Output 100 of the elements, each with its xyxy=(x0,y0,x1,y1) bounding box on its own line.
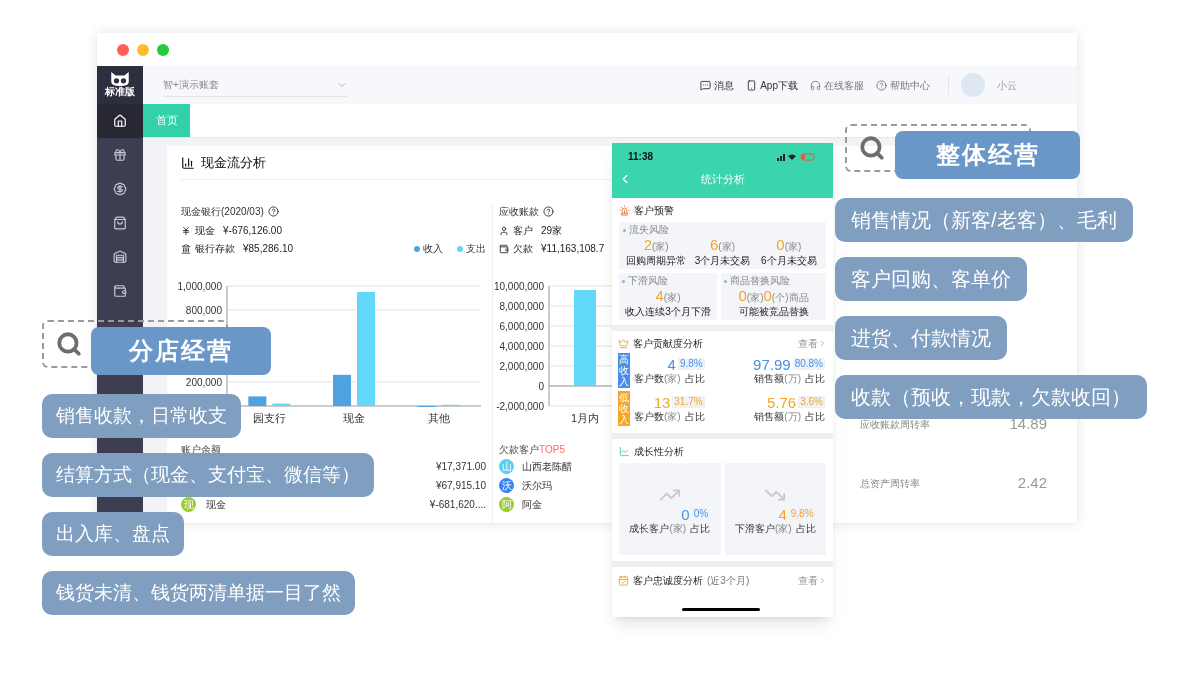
feature-note: 结算方式（现金、支付宝、微信等） xyxy=(42,453,374,497)
axis-tick-label: 200,000 xyxy=(185,377,222,388)
ratio-label: 总资产周转率 xyxy=(860,477,920,491)
stat-suffix: 占比 xyxy=(690,522,711,535)
stat-value: 4 xyxy=(778,505,787,523)
header-link[interactable]: 在线客服 xyxy=(810,77,864,93)
avatar-badge: 现 xyxy=(181,497,196,512)
help-icon xyxy=(876,79,887,91)
user-name: 小云 xyxy=(997,78,1017,93)
search-icon xyxy=(859,135,885,161)
wallet-icon xyxy=(499,243,509,254)
avatar-badge: 沃 xyxy=(499,478,514,493)
alarm-icon xyxy=(619,205,630,216)
percent-badge: 9.8% xyxy=(788,507,816,520)
risk-text: 6个月未交易 xyxy=(761,255,817,267)
owl-logo xyxy=(109,72,131,86)
axis-category-label: 现金 xyxy=(343,412,365,424)
risk-count: 0(家)0(个)商品 xyxy=(738,287,809,306)
sidebar-item[interactable] xyxy=(97,104,143,138)
dollar-badge-icon xyxy=(113,182,127,196)
stat-value: 0 xyxy=(681,505,690,523)
view-link[interactable]: 查看 xyxy=(798,573,827,588)
feature-note: 出入库、盘点 xyxy=(42,512,184,556)
help-icon[interactable] xyxy=(267,206,279,217)
section-title: 客户贡献度分析 xyxy=(633,337,703,351)
card-title: 现金流分析 xyxy=(201,153,266,172)
percent-badge: 3.6% xyxy=(798,396,825,408)
stat-suffix: 占比 xyxy=(805,373,825,385)
bank-icon xyxy=(181,243,191,254)
percent-badge: 31.7% xyxy=(672,396,705,408)
risk-text: 收入连续3个月下滑 xyxy=(625,306,711,318)
stat-value: 4 xyxy=(667,356,676,373)
balance-label: 客户 xyxy=(513,224,533,238)
stat-suffix: 占比 xyxy=(684,373,705,385)
legend-item: 支出 xyxy=(457,241,486,256)
section-title: 欠款客户TOP5 xyxy=(499,443,565,457)
stat-value: 97.99 xyxy=(753,356,791,373)
status-icons xyxy=(777,152,817,161)
chat-icon xyxy=(700,79,712,91)
income-tag: 高收入 xyxy=(618,353,630,388)
customer-name: 山西老陈醋 xyxy=(522,460,572,474)
ratio-value: 2.42 xyxy=(1017,473,1047,494)
avatar-badge: 山 xyxy=(499,459,514,474)
stat-label: 销售额(万) xyxy=(754,411,801,423)
percent-badge: 9.8% xyxy=(677,358,705,370)
stat-label: 成长客户(家) xyxy=(629,522,687,535)
headset-icon xyxy=(810,79,821,91)
stat-value: 13 xyxy=(653,394,671,411)
account-balance: ¥-681,620.... xyxy=(429,498,486,512)
person-icon xyxy=(499,225,509,236)
balance-label: 现金 xyxy=(195,224,215,238)
stat-suffix: 占比 xyxy=(795,522,816,535)
axis-category-label: 其他 xyxy=(427,412,450,424)
percent-badge: 80.8% xyxy=(792,358,825,370)
gift-icon xyxy=(113,148,127,162)
balance-value: ¥-676,126.00 xyxy=(223,224,282,238)
balance-value: ¥85,286.10 xyxy=(243,242,294,256)
account-dropdown[interactable]: 智+演示账套 xyxy=(163,73,348,97)
axis-category-label: 园支行 xyxy=(252,412,286,424)
section-note: (近3个月) xyxy=(707,574,750,588)
percent-badge: 0% xyxy=(691,507,711,520)
risk-count: 2(家) xyxy=(643,236,669,255)
stat-suffix: 占比 xyxy=(684,411,705,423)
axis-tick-label: -2,000,000 xyxy=(496,401,544,412)
wallet-icon xyxy=(113,284,127,298)
risk-label: 商品替换风险 xyxy=(730,275,790,287)
section-heading: 分店经营 xyxy=(91,327,271,375)
balance-value: ¥11,163,108.7 xyxy=(541,242,605,256)
status-time: 11:38 xyxy=(628,150,654,164)
axis-tick-label: 6,000,000 xyxy=(499,321,544,332)
risk-count: 4(家) xyxy=(655,287,681,306)
stat-label: 客户数(家) xyxy=(634,373,681,385)
window-close-button[interactable] xyxy=(117,43,129,56)
risk-label: 流失风险 xyxy=(629,224,669,236)
view-link[interactable]: 查看 xyxy=(798,336,827,351)
section-heading: 整体经营 xyxy=(895,131,1080,179)
search-icon xyxy=(56,331,82,357)
account-name: 现金 xyxy=(206,498,226,512)
header-link[interactable]: 消息 xyxy=(700,77,735,93)
stat-label: 销售额(万) xyxy=(754,373,801,385)
line-chart-icon xyxy=(619,446,630,457)
section-title: 成长性分析 xyxy=(634,445,684,459)
customer-name: 阿金 xyxy=(522,498,542,512)
feature-note: 销售收款，日常收支 xyxy=(42,394,241,438)
risk-text: 可能被竞品替换 xyxy=(738,306,809,318)
balance-label: 欠款 xyxy=(513,242,533,256)
ratio-label: 应收账款周转率 xyxy=(860,418,930,432)
risk-label: 下滑风险 xyxy=(628,275,668,287)
stat-label: 客户数(家) xyxy=(634,411,681,423)
balance-value: 29家 xyxy=(541,224,563,238)
risk-text: 3个月未交易 xyxy=(694,255,751,267)
header-link[interactable]: 帮助中心 xyxy=(876,77,930,93)
customer-name: 沃尔玛 xyxy=(522,479,552,493)
crown-icon xyxy=(618,338,629,349)
axis-category-label: 1月内 xyxy=(570,412,600,424)
header-link[interactable]: App下载 xyxy=(746,77,798,93)
section-title: 现金银行(2020/03) xyxy=(181,204,486,219)
risk-count: 6(家) xyxy=(710,236,735,255)
chevron-right-icon xyxy=(818,576,827,585)
help-icon[interactable] xyxy=(543,206,554,217)
